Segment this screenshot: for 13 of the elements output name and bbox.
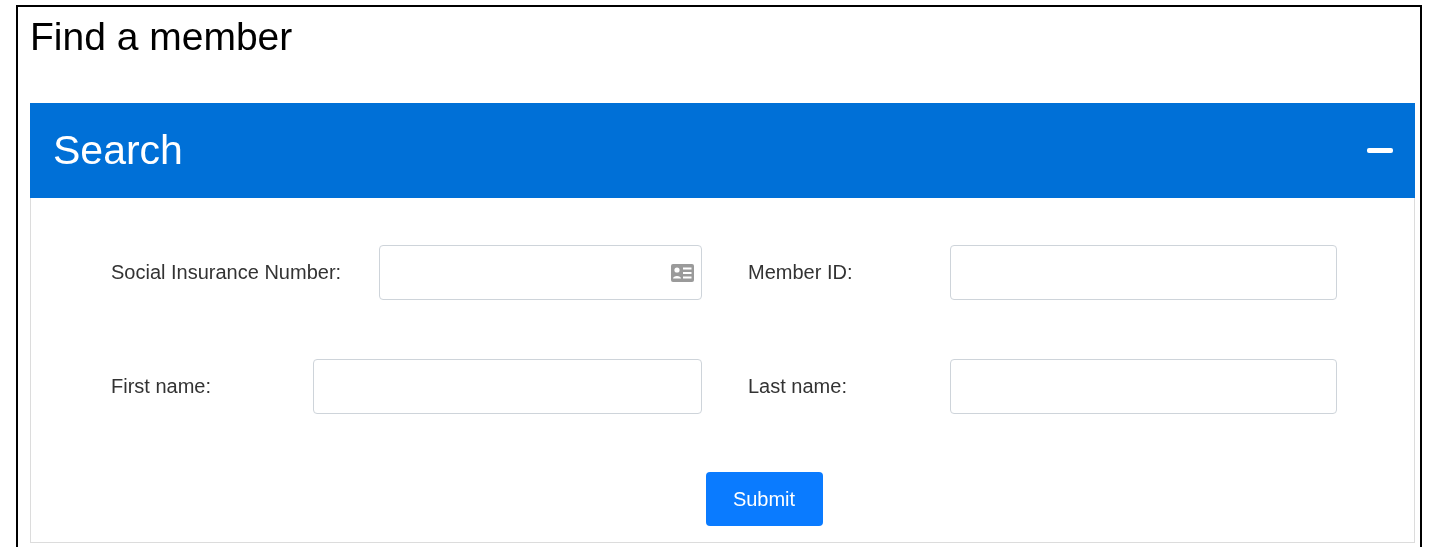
panel-title: Search <box>53 127 183 174</box>
field-label: Member ID: <box>748 261 854 284</box>
collapse-icon[interactable] <box>1367 148 1393 153</box>
field-label: Social Insurance Number: <box>111 261 342 284</box>
page-title: Find a member <box>30 14 293 60</box>
field-label: Last name: <box>748 375 848 398</box>
input-field[interactable] <box>313 359 702 414</box>
input-field[interactable] <box>950 245 1337 300</box>
field-label: First name: <box>111 375 213 398</box>
id-card-icon <box>671 263 694 282</box>
submit-button[interactable]: Submit <box>705 472 823 526</box>
input-field[interactable] <box>950 359 1337 414</box>
input-field[interactable] <box>379 245 702 300</box>
